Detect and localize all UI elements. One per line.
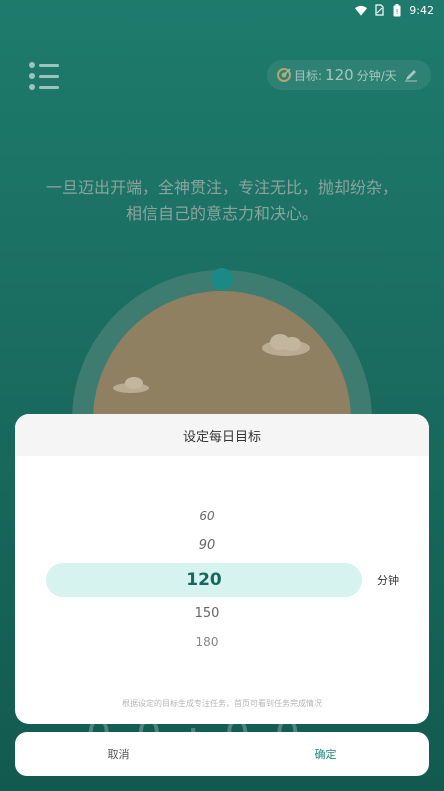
goal-label: 目标: [294,68,323,83]
dialog-actions: 取消 确定 [15,732,429,776]
wifi-icon [355,4,368,16]
goal-value: 120 [325,66,354,84]
picker-unit-label: 分钟 [377,574,399,587]
target-icon [277,68,291,82]
goal-unit: 分钟/天 [356,68,397,83]
dialog-title: 设定每日目标 [15,414,429,456]
picker-option[interactable]: 60 [15,509,399,523]
goal-dialog: 设定每日目标 60 90 120 分钟 150 180 根据设定的目标生成专注任… [15,414,429,724]
battery-icon: ! [391,3,403,16]
cloud-icon [113,377,149,393]
cloud-icon [262,334,310,356]
menu-button[interactable] [29,62,59,90]
sim-icon [373,4,385,16]
confirm-button[interactable]: 确定 [222,732,429,776]
daily-goal-button[interactable]: 目标: 120 分钟/天 [267,60,431,90]
picker-selected-option[interactable]: 120 [46,563,362,597]
picker-option[interactable]: 90 [15,538,399,553]
dialog-hint: 根据设定的目标生成专注任务，首页可看到任务完成情况 [122,699,322,708]
svg-text:!: ! [396,8,399,16]
cancel-button[interactable]: 取消 [15,732,222,776]
motto-text: 一旦迈出开端，全神贯注，专注无比，抛却纷杂，相信自己的意志力和决心。 [45,178,398,223]
edit-icon [404,68,418,82]
minutes-picker[interactable]: 60 90 120 分钟 150 180 [15,456,429,676]
menu-icon [29,62,59,68]
status-bar: ! 9:42 [0,0,444,20]
picker-option[interactable]: 150 [15,606,399,621]
picker-option[interactable]: 180 [15,635,399,649]
status-time: 9:42 [409,3,434,17]
timer-knob[interactable] [211,268,233,290]
